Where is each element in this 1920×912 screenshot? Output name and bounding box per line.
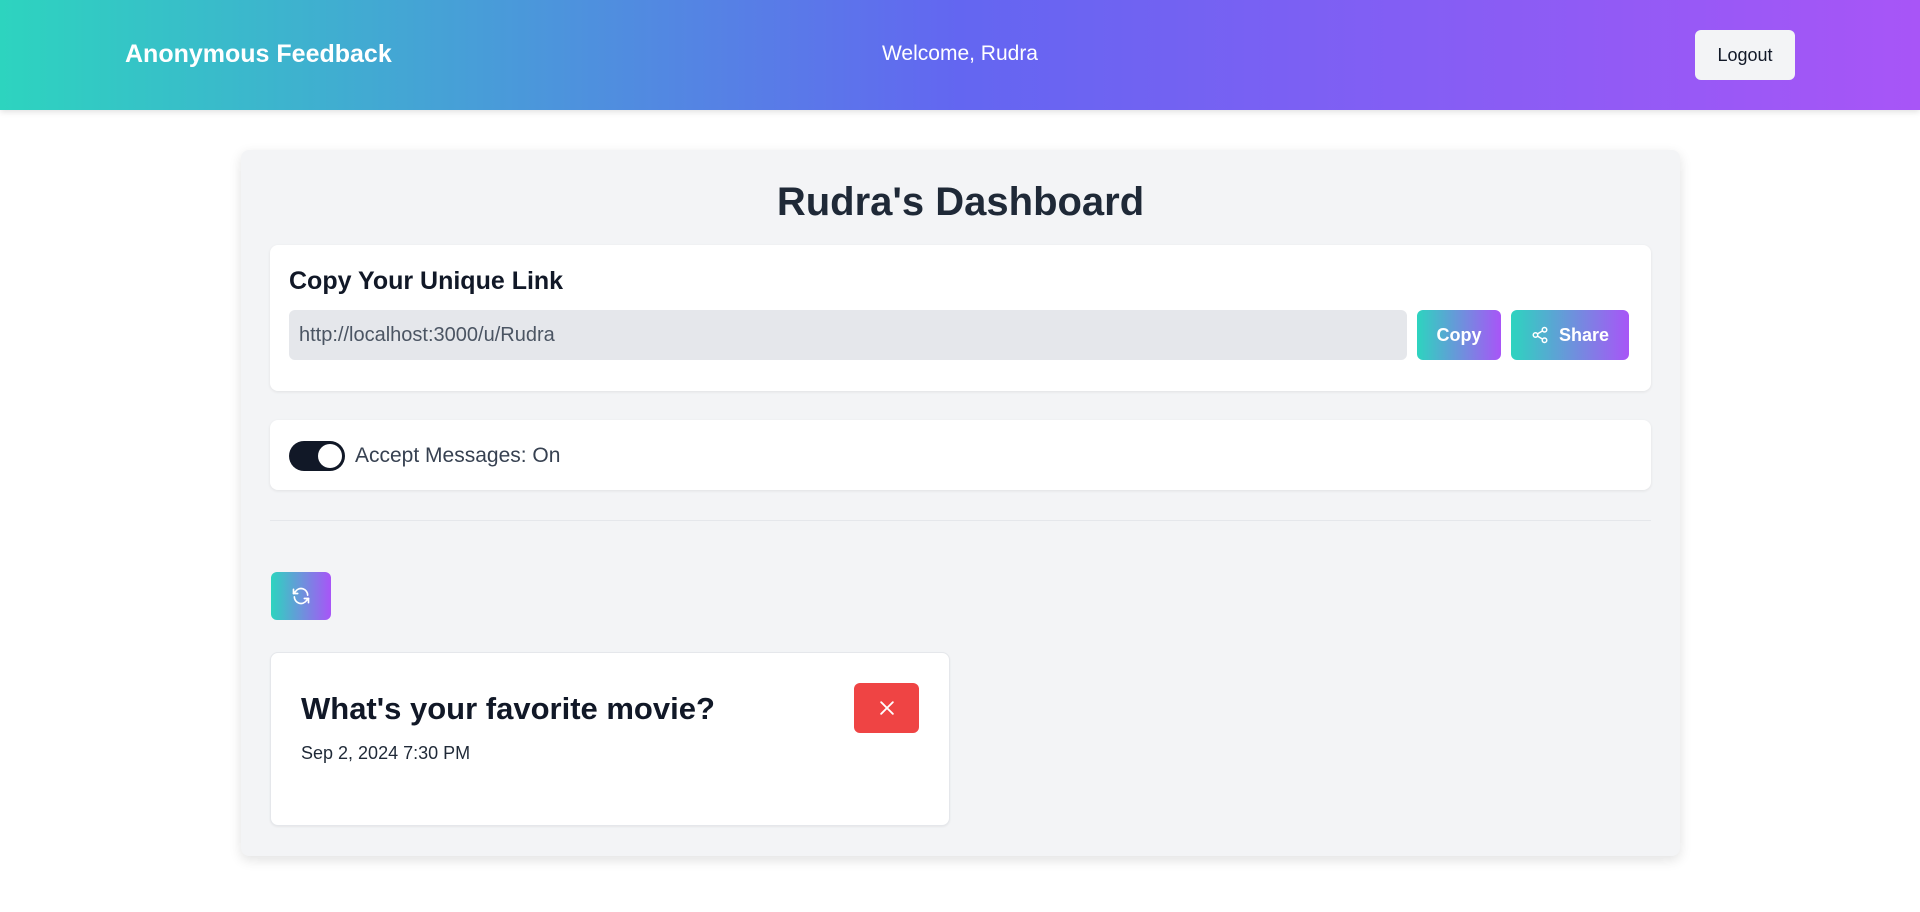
navbar: Anonymous Feedback Welcome, Rudra Logout [0,0,1920,110]
switch-knob [318,444,342,468]
message-date: Sep 2, 2024 7:30 PM [301,743,471,763]
close-icon [877,698,897,718]
logout-button[interactable]: Logout [1695,30,1795,80]
accept-messages-label: Accept Messages: On [355,444,561,467]
welcome-text: Welcome, Rudra [881,42,1038,65]
refresh-button[interactable] [271,572,331,620]
divider [270,520,1651,521]
accept-messages-switch[interactable] [289,441,345,471]
copy-button[interactable]: Copy [1417,310,1501,360]
copy-button-label: Copy [1436,324,1482,345]
share-button-label: Share [1558,324,1610,345]
page-title: Rudra's Dashboard [776,180,1145,224]
unique-link-heading: Copy Your Unique Link [289,267,564,295]
share-icon [1531,326,1549,344]
delete-message-button[interactable] [854,683,919,733]
accept-messages-card: Accept Messages: On [270,420,1651,490]
refresh-icon [291,586,311,606]
unique-link-card: Copy Your Unique Link Copy Share [270,245,1651,391]
unique-link-input[interactable] [289,310,1407,360]
message-content: What's your favorite movie? [301,691,715,726]
share-button[interactable]: Share [1511,310,1629,360]
dashboard-panel: Rudra's Dashboard Copy Your Unique Link … [241,150,1680,856]
message-card: What's your favorite movie? Sep 2, 2024 … [270,652,950,826]
